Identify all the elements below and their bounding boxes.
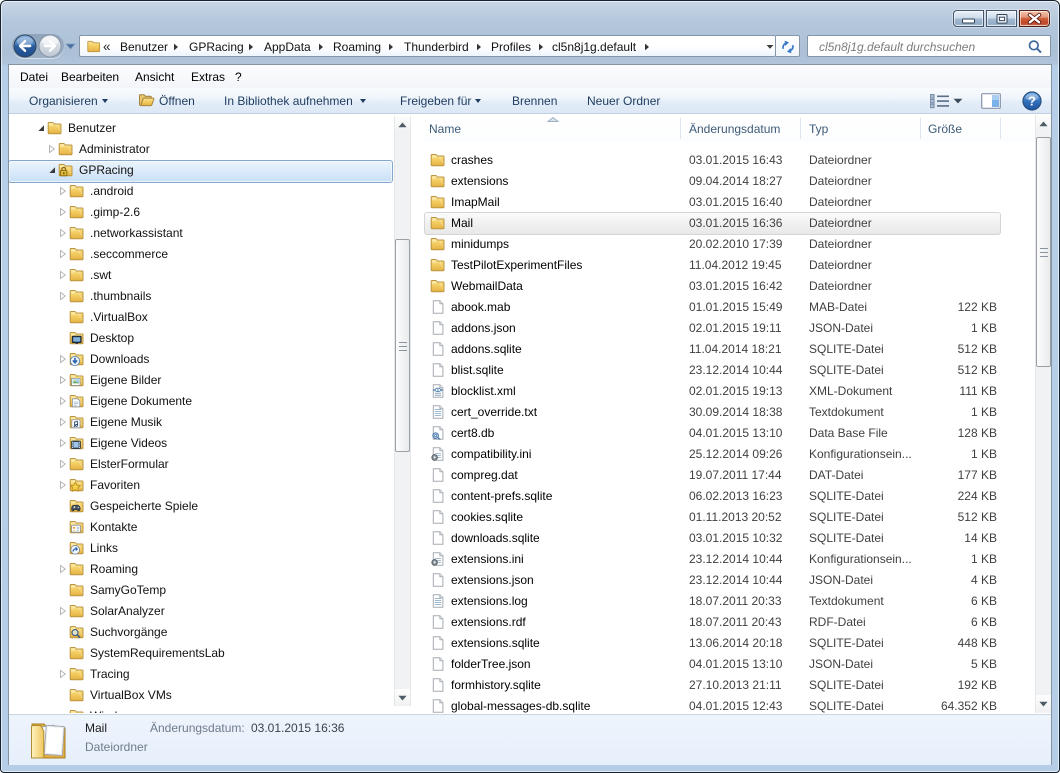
svg-text:?: ?: [1028, 94, 1036, 109]
